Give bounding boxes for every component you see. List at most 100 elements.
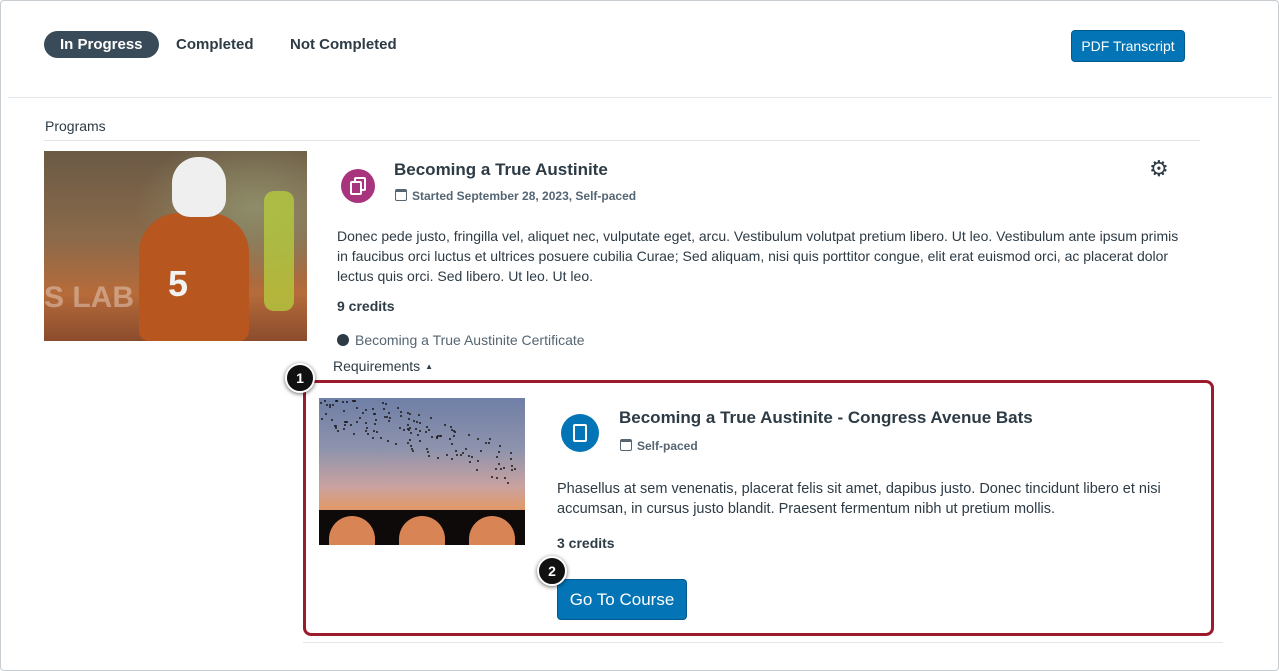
bat-dot <box>334 427 337 430</box>
program-title: Becoming a True Austinite <box>394 160 608 179</box>
bat-dot <box>409 438 412 441</box>
bat-dot <box>373 429 376 432</box>
bat-dot <box>387 419 390 422</box>
course-title: Becoming a True Austinite - Congress Ave… <box>619 408 1033 427</box>
bat-dot <box>498 450 501 453</box>
bat-dot <box>455 450 458 453</box>
bat-dot <box>372 437 375 440</box>
bat-dot <box>402 429 405 432</box>
bat-dot <box>418 440 421 443</box>
bat-dot <box>469 460 472 463</box>
tab-not-completed[interactable]: Not Completed <box>290 31 397 58</box>
bat-dot <box>381 402 384 405</box>
certificate-icon <box>337 334 349 346</box>
divider <box>8 97 1272 98</box>
bat-dot <box>450 429 453 432</box>
requirements-toggle[interactable]: Requirements ▲ <box>333 358 433 374</box>
bat-dot <box>336 430 339 433</box>
bat-dot <box>351 400 354 402</box>
course-image <box>319 398 525 545</box>
bat-dot <box>320 402 323 405</box>
bat-dot <box>456 454 459 457</box>
bat-dot <box>426 447 429 450</box>
bat-dot <box>320 418 323 421</box>
course-description: Phasellus at sem venenatis, placerat fel… <box>557 481 1161 517</box>
bat-dot <box>346 401 349 404</box>
bat-dot <box>395 443 398 446</box>
jersey-number: 5 <box>168 263 191 304</box>
bat-dot <box>336 400 339 402</box>
bat-dot <box>510 457 513 460</box>
bat-dot <box>419 430 422 433</box>
calendar-icon <box>395 189 407 201</box>
go-to-course-button[interactable]: Go To Course <box>557 579 687 620</box>
bat-dot <box>353 433 356 436</box>
bat-dot <box>436 456 439 459</box>
bat-dot <box>343 427 346 430</box>
bat-dot <box>399 415 402 418</box>
bat-dot <box>415 421 418 424</box>
player-figure <box>139 213 249 341</box>
bat-dot <box>449 438 452 441</box>
background-figure <box>264 191 294 311</box>
bat-dot <box>510 452 513 455</box>
bat-dot <box>490 475 493 478</box>
bat-dot <box>364 421 367 424</box>
bat-dot <box>431 435 434 438</box>
bat-dot <box>467 434 470 437</box>
bat-dot <box>476 468 479 471</box>
bat-dot <box>380 437 383 440</box>
bat-dot <box>450 425 453 428</box>
bat-dot <box>503 466 506 469</box>
caret-up-icon: ▲ <box>425 362 434 371</box>
bat-dot <box>412 449 415 452</box>
bat-dot <box>374 413 377 416</box>
bat-dot <box>500 467 503 470</box>
bat-dot <box>465 447 468 450</box>
course-credits: 3 credits <box>557 535 615 551</box>
bat-dot <box>418 421 421 424</box>
course-meta-text: Self-paced <box>637 439 698 453</box>
bat-dot <box>504 476 507 479</box>
tab-in-progress[interactable]: In Progress <box>44 31 159 58</box>
bat-dot <box>374 418 377 421</box>
bat-dot <box>406 442 409 445</box>
bat-dot <box>477 437 480 440</box>
gear-icon[interactable]: ⚙ <box>1149 158 1171 180</box>
pdf-transcript-button[interactable]: PDF Transcript <box>1071 30 1185 62</box>
tab-completed[interactable]: Completed <box>176 31 254 58</box>
bat-dot <box>454 430 457 433</box>
bat-dot <box>406 423 409 426</box>
certificate-label: Becoming a True Austinite Certificate <box>355 332 585 348</box>
bat-dot <box>385 403 388 406</box>
program-icon <box>341 169 375 203</box>
bat-dot <box>364 430 367 433</box>
bat-dot <box>410 431 413 434</box>
program-meta-text: Started September 28, 2023, Self-paced <box>412 189 637 203</box>
bat-dot <box>417 434 420 437</box>
bat-dot <box>371 408 374 411</box>
bat-dot <box>495 467 498 470</box>
certificate-link[interactable]: Becoming a True Austinite Certificate <box>337 332 585 348</box>
bat-dot <box>470 456 473 459</box>
bat-dot <box>356 406 359 409</box>
bat-dot <box>409 426 412 429</box>
bat-dot <box>477 460 480 463</box>
bat-dot <box>386 439 389 442</box>
bat-dot <box>359 416 362 419</box>
book-icon <box>561 414 599 452</box>
bat-dot <box>426 451 429 454</box>
bat-dot <box>510 465 513 468</box>
divider <box>44 140 1200 141</box>
course-meta: Self-paced <box>620 439 698 453</box>
bat-dot <box>485 442 488 445</box>
bat-dot <box>343 409 346 412</box>
calendar-icon <box>620 439 632 451</box>
bat-dot <box>497 462 500 465</box>
program-meta: Started September 28, 2023, Self-paced <box>395 189 636 203</box>
program-image: S LAB 5 <box>44 151 307 341</box>
bat-dot <box>438 434 441 437</box>
callout-badge-2: 2 <box>537 556 567 586</box>
bat-dot <box>451 443 454 446</box>
bat-dot <box>413 419 416 422</box>
